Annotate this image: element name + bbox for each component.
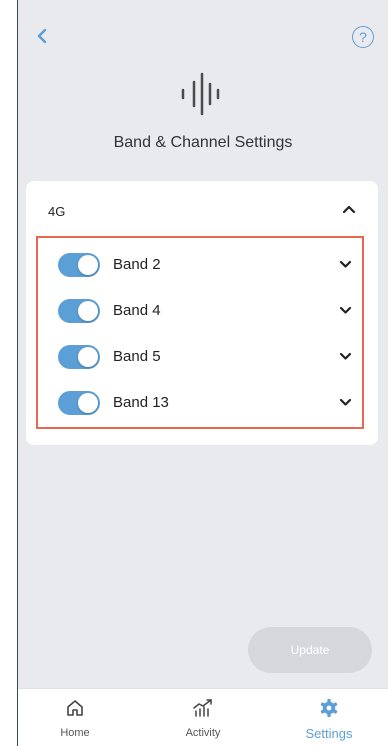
chevron-up-icon <box>342 205 356 214</box>
question-circle-icon: ? <box>359 29 367 45</box>
nav-label: Activity <box>185 727 221 739</box>
gear-icon <box>320 699 338 717</box>
band-toggle[interactable] <box>58 253 100 277</box>
activity-chart-icon <box>193 699 212 717</box>
band-label: Band 4 <box>113 302 161 319</box>
toggle-knob <box>78 255 98 275</box>
band-row[interactable]: Band 4 <box>38 288 362 332</box>
section-label: 4G <box>48 204 66 219</box>
update-button[interactable]: Update <box>248 627 372 673</box>
band-label: Band 13 <box>113 394 169 411</box>
toggle-knob <box>78 347 98 367</box>
toggle-knob <box>78 393 98 413</box>
band-toggle[interactable] <box>58 345 100 369</box>
band-row[interactable]: Band 5 <box>38 334 362 378</box>
band-toggle[interactable] <box>58 391 100 415</box>
chevron-down-icon[interactable] <box>339 397 352 407</box>
sound-wave-icon <box>181 72 220 116</box>
chevron-left-icon <box>37 29 47 43</box>
nav-item-settings[interactable]: Settings <box>274 689 384 746</box>
band-label: Band 5 <box>113 348 161 365</box>
nav-item-home[interactable]: Home <box>20 689 130 746</box>
chevron-down-icon[interactable] <box>339 259 352 269</box>
band-settings-card: 4G Band 2 Band 4 Band 5 Band 13 <box>26 181 378 445</box>
back-button[interactable] <box>32 24 52 48</box>
nav-item-activity[interactable]: Activity <box>148 689 258 746</box>
nav-label: Settings <box>305 726 353 741</box>
band-list: Band 2 Band 4 Band 5 Band 13 <box>36 236 364 429</box>
band-toggle[interactable] <box>58 299 100 323</box>
help-button[interactable]: ? <box>352 26 374 48</box>
bottom-nav: Home Activity Settings <box>18 688 388 746</box>
nav-label: Home <box>60 727 90 739</box>
chevron-down-icon[interactable] <box>339 305 352 315</box>
band-row[interactable]: Band 2 <box>38 242 362 286</box>
page-title: Band & Channel Settings <box>113 134 293 151</box>
toggle-knob <box>78 301 98 321</box>
band-row[interactable]: Band 13 <box>38 380 362 424</box>
chevron-down-icon[interactable] <box>339 351 352 361</box>
section-header-4g[interactable]: 4G <box>26 181 378 237</box>
app-screen: ? Band & Channel Settings 4G Band 2 Band… <box>17 0 388 746</box>
band-label: Band 2 <box>113 256 161 273</box>
home-icon <box>67 700 83 716</box>
